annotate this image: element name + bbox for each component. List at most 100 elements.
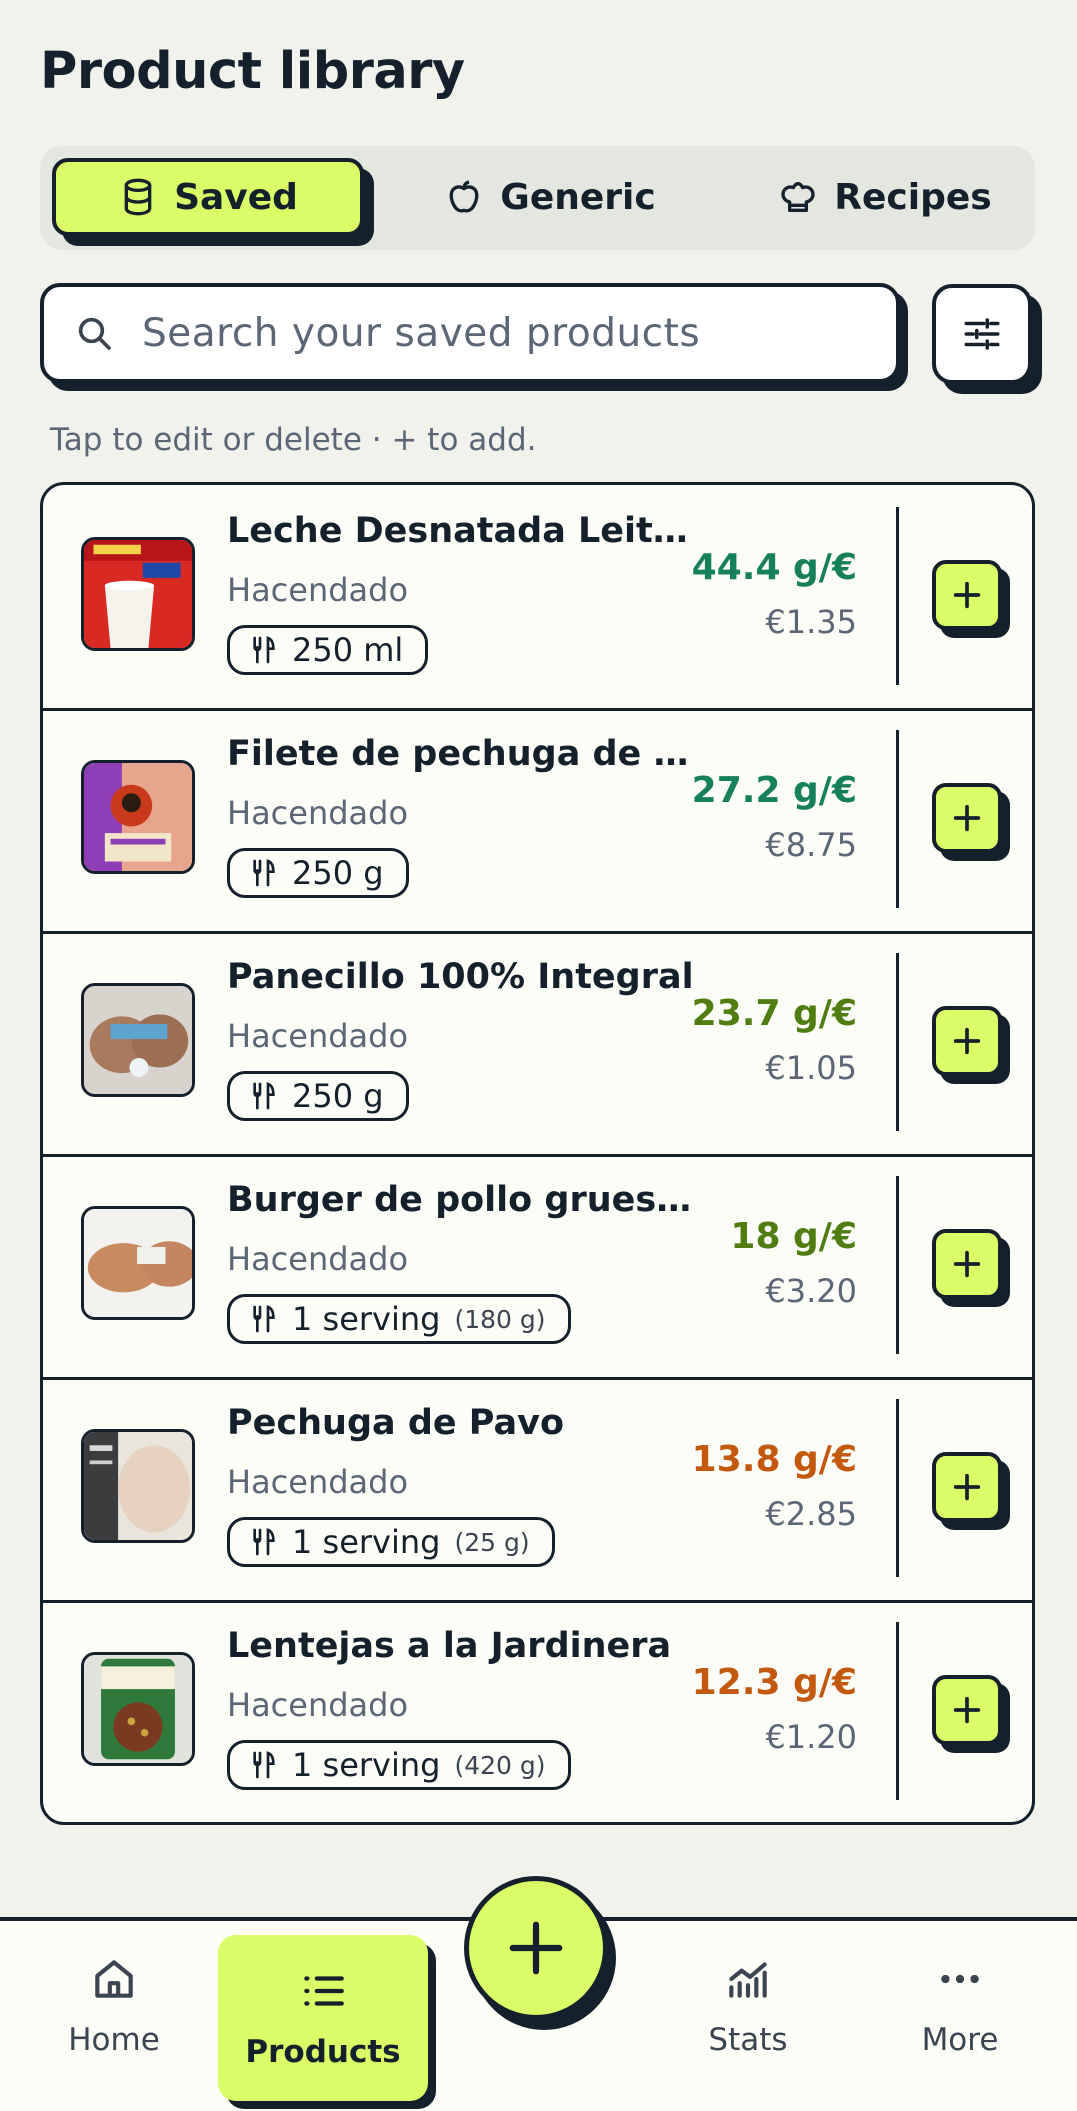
product-price: €1.35 xyxy=(765,603,857,641)
protein-per-euro: 18 g/€ xyxy=(730,1216,857,1257)
row-divider xyxy=(43,708,1032,711)
utensils-icon xyxy=(253,859,275,887)
list-item[interactable]: Panecillo 100% Integral Hacendado 250 g … xyxy=(43,931,1032,1154)
list-item[interactable]: Burger de pollo gruesas Hacendado 1 serv… xyxy=(43,1154,1032,1377)
product-brand: Hacendado xyxy=(227,1686,409,1724)
plus-icon xyxy=(953,1696,981,1724)
add-product-button[interactable] xyxy=(932,1229,1002,1299)
portion-chip[interactable]: 1 serving (420 g) xyxy=(227,1740,571,1790)
tab-generic-label: Generic xyxy=(500,176,656,218)
portion-grams: (25 g) xyxy=(454,1527,530,1557)
add-fab-button[interactable] xyxy=(464,1876,608,2020)
product-name: Pechuga de Pavo xyxy=(227,1403,564,1443)
add-product-button[interactable] xyxy=(932,1675,1002,1745)
utensils-icon xyxy=(253,1751,275,1779)
product-name: Lentejas a la Jardinera xyxy=(227,1626,672,1666)
portion-size: 1 serving xyxy=(292,1523,441,1561)
product-thumbnail xyxy=(81,760,195,874)
filter-button[interactable] xyxy=(932,284,1032,384)
portion-chip[interactable]: 1 serving (180 g) xyxy=(227,1294,571,1344)
product-name: Panecillo 100% Integral xyxy=(227,957,694,997)
search-icon xyxy=(78,317,111,350)
protein-per-euro: 23.7 g/€ xyxy=(691,993,857,1034)
nav-home-label: Home xyxy=(68,2022,160,2058)
divider xyxy=(896,507,899,685)
add-product-button[interactable] xyxy=(932,783,1002,853)
protein-per-euro: 13.8 g/€ xyxy=(691,1439,857,1480)
portion-size: 250 ml xyxy=(292,631,404,669)
utensils-icon xyxy=(253,1305,275,1333)
tab-generic[interactable]: Generic xyxy=(420,158,680,236)
product-brand: Hacendado xyxy=(227,794,409,832)
row-divider xyxy=(43,1377,1032,1380)
product-list: Leche Desnatada Leite... Hacendado 250 m… xyxy=(40,482,1035,1825)
product-price: €3.20 xyxy=(765,1272,857,1310)
nav-stats[interactable]: Stats xyxy=(648,1921,848,2091)
portion-grams: (420 g) xyxy=(454,1750,546,1780)
portion-chip[interactable]: 250 ml xyxy=(227,625,429,675)
plus-icon xyxy=(953,1473,981,1501)
add-product-button[interactable] xyxy=(932,1006,1002,1076)
product-price: €2.85 xyxy=(765,1495,857,1533)
plus-icon xyxy=(953,1250,981,1278)
page-title: Product library xyxy=(40,42,465,101)
nav-more-label: More xyxy=(921,2022,999,2058)
nav-home[interactable]: Home xyxy=(14,1921,214,2091)
portion-chip[interactable]: 250 g xyxy=(227,848,409,898)
sliders-icon xyxy=(964,318,1000,350)
utensils-icon xyxy=(253,1528,275,1556)
row-divider xyxy=(43,1154,1032,1157)
protein-per-euro: 27.2 g/€ xyxy=(691,770,857,811)
chart-icon xyxy=(729,1962,767,1998)
list-item[interactable]: Lentejas a la Jardinera Hacendado 1 serv… xyxy=(43,1600,1032,1822)
more-icon xyxy=(941,1974,979,1984)
divider xyxy=(896,1176,899,1354)
chef-hat-icon xyxy=(781,182,815,212)
list-icon xyxy=(304,1976,344,2006)
list-item[interactable]: Filete de pechuga de p... Hacendado 250 … xyxy=(43,708,1032,931)
portion-grams: (180 g) xyxy=(454,1304,546,1334)
portion-chip[interactable]: 1 serving (25 g) xyxy=(227,1517,555,1567)
product-thumbnail xyxy=(81,1206,195,1320)
product-thumbnail xyxy=(81,1652,195,1766)
list-item[interactable]: Leche Desnatada Leite... Hacendado 250 m… xyxy=(43,485,1032,708)
nav-products[interactable]: Products xyxy=(218,1935,428,2101)
search-bar xyxy=(40,283,900,383)
plus-icon xyxy=(509,1921,563,1975)
list-item[interactable]: Pechuga de Pavo Hacendado 1 serving (25 … xyxy=(43,1377,1032,1600)
nav-more[interactable]: More xyxy=(860,1921,1060,2091)
portion-size: 250 g xyxy=(292,1077,384,1115)
protein-per-euro: 44.4 g/€ xyxy=(691,547,857,588)
divider xyxy=(896,953,899,1131)
portion-size: 1 serving xyxy=(292,1746,441,1784)
product-brand: Hacendado xyxy=(227,1463,409,1501)
add-product-button[interactable] xyxy=(932,560,1002,630)
tab-recipes-label: Recipes xyxy=(834,176,992,218)
divider xyxy=(896,1399,899,1577)
utensils-icon xyxy=(253,636,275,664)
row-divider xyxy=(43,1600,1032,1603)
search-input[interactable] xyxy=(140,309,896,357)
divider xyxy=(896,1622,899,1800)
library-tabs: Saved Generic Recipes xyxy=(40,146,1035,250)
row-divider xyxy=(43,931,1032,934)
add-product-button[interactable] xyxy=(932,1452,1002,1522)
nav-products-label: Products xyxy=(245,2034,401,2070)
nav-stats-label: Stats xyxy=(708,2022,788,2058)
home-icon xyxy=(95,1960,133,1998)
plus-icon xyxy=(953,804,981,832)
plus-icon xyxy=(953,581,981,609)
portion-size: 1 serving xyxy=(292,1300,441,1338)
product-name: Leche Desnatada Leite... xyxy=(227,511,697,551)
apple-icon xyxy=(449,180,479,213)
utensils-icon xyxy=(253,1082,275,1110)
plus-icon xyxy=(953,1027,981,1055)
product-price: €1.05 xyxy=(765,1049,857,1087)
tab-recipes[interactable]: Recipes xyxy=(750,158,1020,236)
product-thumbnail xyxy=(81,537,195,651)
product-name: Burger de pollo gruesas xyxy=(227,1180,697,1220)
product-price: €8.75 xyxy=(765,826,857,864)
portion-chip[interactable]: 250 g xyxy=(227,1071,409,1121)
hint-text: Tap to edit or delete · + to add. xyxy=(50,422,537,458)
tab-saved[interactable]: Saved xyxy=(52,158,364,236)
